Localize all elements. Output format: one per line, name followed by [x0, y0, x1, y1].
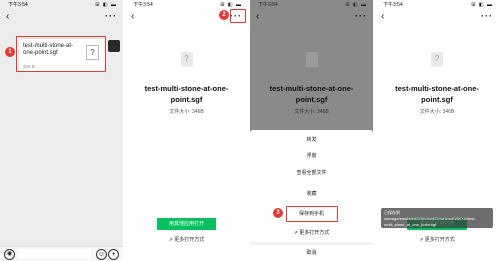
step-highlight	[286, 206, 338, 222]
chat-panel: 下午3:54 ⊞ ◧ ▬ ‹ ··· test-multi-stone-at-o…	[0, 0, 123, 261]
saved-toast: 已保存到 /storage/emulated/0/Android/Downloa…	[381, 208, 493, 228]
more-options-icon[interactable]: ···	[481, 11, 493, 21]
menu-item-view-all[interactable]: 查看全部文件	[250, 167, 373, 179]
action-sheet-panel: 下午3:54 ⊞ ◧ ▬ ‹ ··· test-multi-stone-at-o…	[250, 0, 373, 261]
step-highlight	[230, 9, 246, 23]
action-sheet: 转发 浮窗 查看全部文件 收藏 保存到手机 ⇗ 更多打开方式 取消	[250, 130, 373, 261]
file-name: test-multi-stone-at-one-point.sgf	[269, 84, 354, 104]
back-icon[interactable]: ‹	[256, 12, 259, 22]
open-other-app-button[interactable]: 用其他应用打开	[157, 218, 216, 230]
file-size: 文件大小: 346B	[169, 109, 204, 115]
menu-item-favorite[interactable]: 收藏	[250, 188, 373, 200]
file-icon	[180, 52, 193, 67]
file-icon	[431, 52, 443, 67]
preview-header: ‹ ···	[375, 10, 499, 26]
file-preview-panel: 下午3:54 ⊞ ◧ ▬ ‹ ··· 2 test-multi-stone-at…	[125, 0, 248, 261]
step-highlight	[16, 36, 106, 72]
divider	[250, 242, 373, 245]
chat-input-bar: ◉ ☺ +	[0, 246, 123, 261]
more-icon[interactable]: ···	[105, 11, 117, 21]
message-input[interactable]	[18, 249, 91, 258]
voice-icon[interactable]: ◉	[4, 249, 15, 260]
menu-item-floating[interactable]: 浮窗	[250, 150, 373, 162]
menu-item-forward[interactable]: 转发	[250, 134, 373, 146]
avatar[interactable]	[108, 40, 120, 52]
status-icons: ⊞ ◧ ▬	[95, 2, 117, 8]
step-badge: 1	[5, 47, 15, 57]
status-icons: ⊞ ◧ ▬	[345, 2, 367, 8]
back-icon[interactable]: ‹	[6, 12, 9, 22]
more-open-link[interactable]: ⇗ 更多打开方式	[125, 236, 248, 243]
file-icon	[305, 52, 318, 67]
back-icon[interactable]: ‹	[131, 12, 134, 22]
file-size: 文件大小: 346B	[294, 109, 329, 115]
emoji-icon[interactable]: ☺	[96, 249, 107, 260]
status-time: 下午3:54	[133, 2, 153, 8]
plus-icon[interactable]: +	[108, 249, 119, 260]
chat-header: ‹ ···	[0, 10, 123, 26]
status-bar: 下午3:54 ⊞ ◧ ▬	[375, 0, 499, 10]
back-icon[interactable]: ‹	[381, 12, 384, 22]
menu-item-cancel[interactable]: 取消	[250, 247, 373, 259]
menu-item-more-open[interactable]: ⇗ 更多打开方式	[250, 227, 373, 239]
step-badge: 3	[273, 208, 283, 218]
status-time: 下午3:54	[258, 2, 278, 8]
file-name: test-multi-stone-at-one-point.sgf	[144, 84, 229, 104]
status-bar: 下午3:54 ⊞ ◧ ▬	[0, 0, 123, 10]
file-name: test-multi-stone-at-one-point.sgf	[395, 84, 479, 104]
status-icons: ⊞ ◧ ▬	[471, 2, 493, 8]
status-time: 下午3:54	[383, 2, 403, 8]
step-badge: 2	[219, 10, 229, 20]
file-size: 文件大小: 346B	[419, 109, 455, 115]
more-open-link[interactable]: ⇗ 更多打开方式	[375, 236, 499, 243]
status-bar: 下午3:54 ⊞ ◧ ▬	[250, 0, 373, 10]
status-time: 下午3:54	[8, 2, 28, 8]
preview-header: ‹ ···	[250, 10, 373, 26]
more-options-icon[interactable]: ···	[355, 11, 367, 21]
saved-panel: 下午3:54 ⊞ ◧ ▬ ‹ ··· test-multi-stone-at-o…	[375, 0, 499, 261]
